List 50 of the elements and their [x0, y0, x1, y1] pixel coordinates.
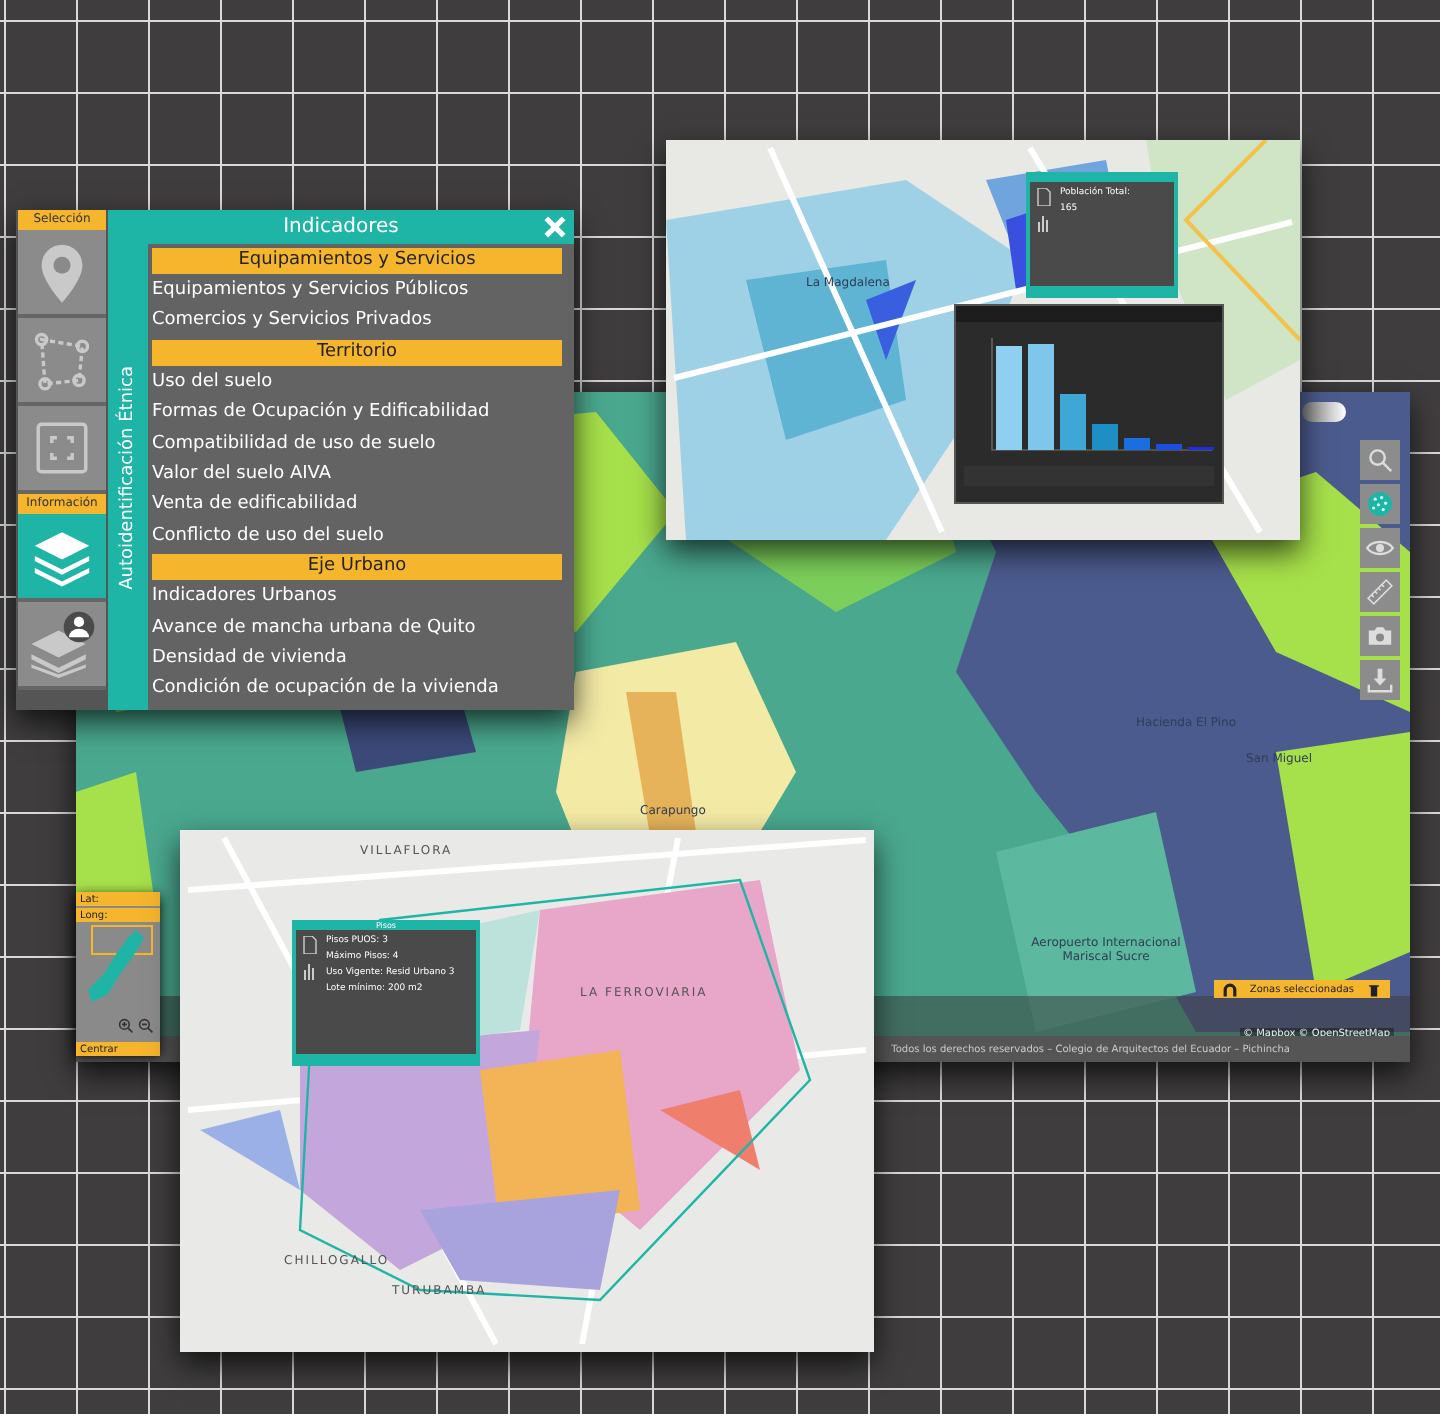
- document-icon: [1036, 188, 1052, 206]
- indicator-item[interactable]: Uso del suelo: [148, 365, 285, 397]
- layers-tool-button[interactable]: [18, 514, 106, 602]
- pin-tool-button[interactable]: [18, 230, 106, 318]
- search-icon: [1364, 444, 1396, 476]
- indicator-item[interactable]: Condición de ocupación de la vivienda: [148, 672, 511, 704]
- bar-chart-icon: [1036, 214, 1052, 232]
- indicator-item[interactable]: Conflicto de uso del suelo: [148, 519, 396, 551]
- user-layers-icon: [28, 610, 96, 678]
- chart-bar: [1060, 394, 1086, 450]
- search-button[interactable]: [1360, 440, 1400, 480]
- indicator-item[interactable]: Indicadores Urbanos: [148, 580, 349, 612]
- indicator-item[interactable]: Formas de Ocupación y Edificabilidad: [148, 396, 502, 428]
- user-layers-tool-button[interactable]: [18, 602, 106, 690]
- zoom-in-icon[interactable]: [118, 1018, 134, 1034]
- panel-title: Indicadores: [283, 216, 399, 238]
- chart-bar: [1028, 344, 1054, 450]
- indicator-item[interactable]: Equipamientos y Servicios Públicos: [148, 274, 481, 305]
- chart-bar: [1156, 444, 1182, 450]
- chart-bar: [1092, 424, 1118, 450]
- download-icon: [1364, 664, 1396, 696]
- zoning-area: [200, 1110, 300, 1190]
- ruler-icon: [1364, 576, 1396, 608]
- indicator-item[interactable]: Valor del suelo AIVA: [148, 457, 343, 489]
- trash-icon: [1366, 981, 1382, 997]
- indicator-item[interactable]: Compatibilidad de uso de suelo: [148, 427, 448, 458]
- eye-button[interactable]: [1360, 528, 1400, 568]
- document-icon: [302, 936, 318, 954]
- indicator-item[interactable]: Comercios y Servicios Privados: [148, 304, 444, 336]
- search-field[interactable]: [1302, 402, 1346, 422]
- indicator-item[interactable]: Densidad de vivienda: [148, 641, 359, 673]
- zoom-out-icon[interactable]: [138, 1018, 154, 1034]
- zoning-area: [660, 1090, 760, 1170]
- ruler-button[interactable]: [1360, 572, 1400, 612]
- section-header: Territorio: [152, 339, 562, 366]
- chart-bar: [996, 346, 1022, 450]
- frame-tool-button[interactable]: [18, 406, 106, 494]
- bar-chart-icon: [302, 962, 318, 980]
- arch-icon: [1221, 981, 1238, 997]
- section-header: Equipamientos y Servicios: [152, 248, 562, 274]
- close-icon[interactable]: [542, 214, 568, 240]
- download-button[interactable]: [1360, 660, 1400, 700]
- polygon-tool-button[interactable]: [18, 318, 106, 406]
- camera-button[interactable]: [1360, 616, 1400, 656]
- section-header: Eje Urbano: [152, 554, 562, 581]
- chart-bar: [1124, 438, 1150, 450]
- indicator-item[interactable]: Venta de edificabilidad: [148, 488, 370, 520]
- texture-button[interactable]: [1360, 484, 1400, 524]
- indicator-item[interactable]: Avance de mancha urbana de Quito: [148, 611, 488, 642]
- dotted-circle-icon: [1364, 488, 1396, 520]
